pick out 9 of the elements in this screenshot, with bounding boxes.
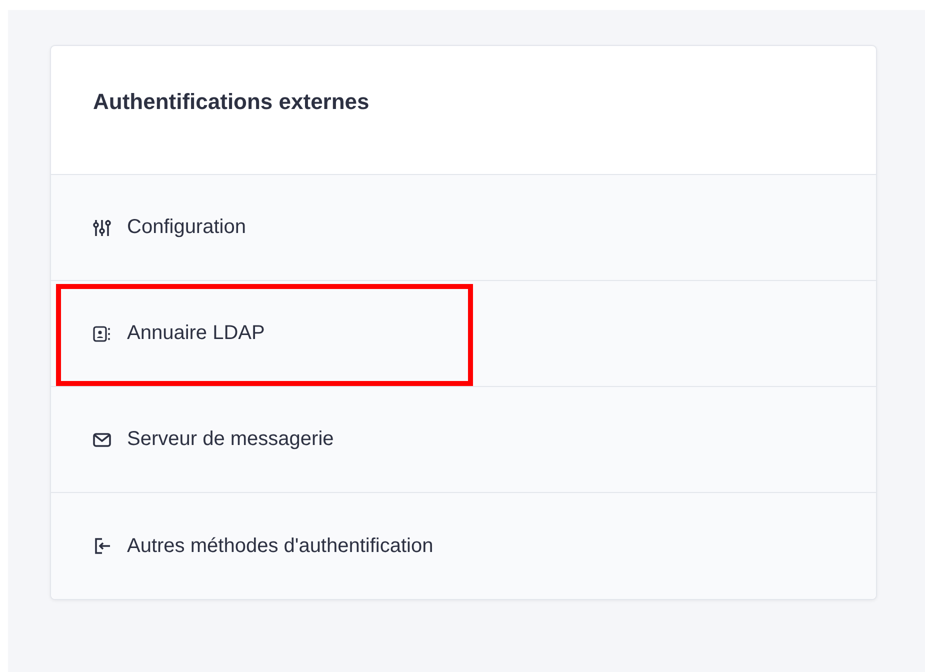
menu-item[interactable]: Annuaire LDAP bbox=[51, 281, 876, 387]
menu-item[interactable]: Configuration bbox=[51, 175, 876, 281]
card-title: Authentifications externes bbox=[93, 89, 370, 115]
sliders-icon bbox=[93, 218, 111, 236]
contact-book-icon bbox=[93, 324, 111, 342]
menu-item[interactable]: Serveur de messagerie bbox=[51, 387, 876, 493]
envelope-icon bbox=[93, 432, 111, 448]
menu-item[interactable]: Autres méthodes d'authentification bbox=[51, 493, 876, 599]
sign-in-icon bbox=[93, 537, 111, 555]
